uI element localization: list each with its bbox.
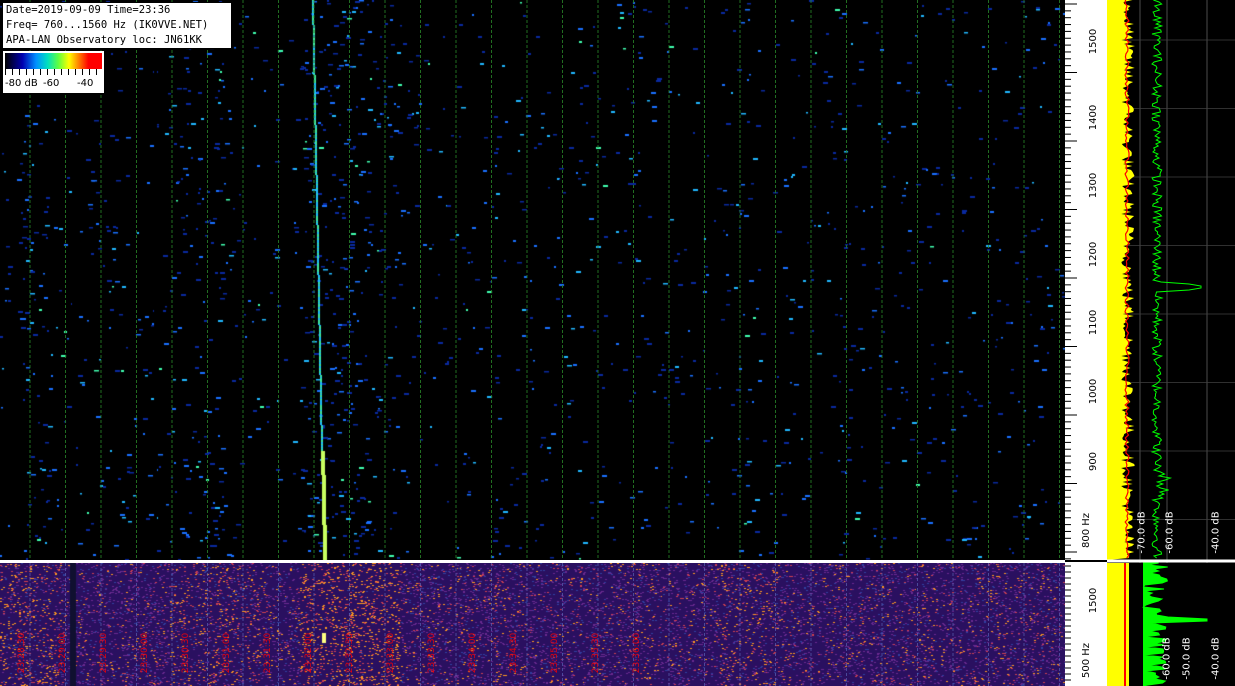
- average-spectrum-fill: [1107, 0, 1135, 560]
- power-label-bottom-3: -40.0 dB: [1210, 637, 1222, 680]
- freq-label-800-hz: 800 Hz: [1081, 512, 1093, 549]
- legend-ticks: [5, 69, 102, 75]
- power-label-bottom-1: -60.0 dB: [1161, 637, 1173, 680]
- color-scale-legend: -80 dB -60 -40: [3, 51, 104, 93]
- freq-label-1200: 1200: [1088, 241, 1100, 268]
- history-time-grid: [29, 563, 1060, 686]
- legend-high-label: -40: [77, 78, 94, 89]
- time-label: 23:31:30: [263, 632, 274, 674]
- freq-label-1500: 1500: [1088, 28, 1100, 55]
- frequency-axis: 1500 1400 1300 1200 1100 1000 900 800 Hz…: [1065, 0, 1107, 686]
- legend-low-label: -80 dB: [5, 78, 38, 89]
- power-spectrum-panel: -70.0 dB -60.0 dB -40.0 dB -60.0 dB -50.…: [1107, 0, 1235, 686]
- time-label: 23:29:00: [58, 632, 69, 674]
- frequency-range-label: Freq= 760...1560 Hz (IK0VVE.NET): [6, 19, 209, 31]
- date-time-label: Date=2019-09-09 Time=23:36: [6, 4, 171, 16]
- observatory-label: APA-LAN Observatory loc: JN61KK: [6, 34, 202, 46]
- color-gradient-bar: [5, 53, 102, 69]
- instant-spectrum-trace: [1150, 0, 1202, 559]
- time-label: 23:36:00: [632, 632, 643, 674]
- time-label: 23:31:00: [222, 632, 233, 674]
- time-label: 23:33:30: [427, 632, 438, 674]
- legend-mid-label: -60: [43, 78, 60, 89]
- time-label: 23:30:30: [181, 632, 192, 674]
- frequency-axis-ticks: [1065, 3, 1107, 681]
- freq-label-900: 900: [1088, 451, 1100, 472]
- time-label: 23:30:00: [140, 632, 151, 674]
- freq-label-bottom-1500: 1500: [1088, 587, 1100, 614]
- observation-info-box: Date=2019-09-09 Time=23:36 Freq= 760...1…: [2, 2, 232, 49]
- freq-label-1100: 1100: [1088, 309, 1100, 336]
- time-label: 23:35:00: [550, 632, 561, 674]
- freq-label-1000: 1000: [1088, 378, 1100, 405]
- power-spectrum-traces: [1107, 0, 1235, 686]
- power-label-top-1: -70.0 dB: [1136, 511, 1148, 554]
- freq-label-1400: 1400: [1088, 104, 1100, 131]
- time-label: 23:28:30: [17, 632, 28, 674]
- time-label: 23:29:30: [99, 632, 110, 674]
- time-label: 23:33:00: [386, 632, 397, 674]
- waterfall-time-grid: [29, 0, 1060, 560]
- time-label: 23:32:30: [345, 632, 356, 674]
- time-label: 23:32:00: [304, 632, 315, 674]
- time-label: 23:35:30: [591, 632, 602, 674]
- power-label-top-3: -40.0 dB: [1210, 511, 1222, 554]
- freq-label-bottom-500-hz: 500 Hz: [1081, 642, 1093, 679]
- power-label-bottom-2: -50.0 dB: [1181, 637, 1193, 680]
- freq-label-1300: 1300: [1088, 172, 1100, 199]
- power-label-top-2: -60.0 dB: [1164, 511, 1176, 554]
- time-label: 23:34:00: [468, 632, 479, 674]
- time-label: 23:34:30: [509, 632, 520, 674]
